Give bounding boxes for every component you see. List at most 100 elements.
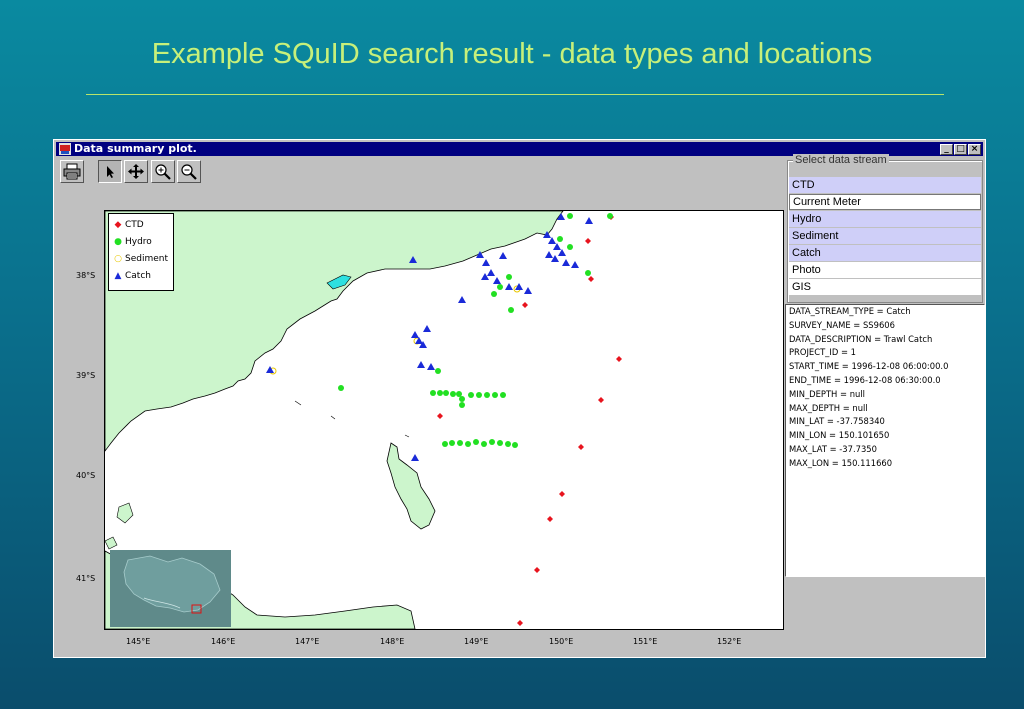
- zoom-in-button[interactable]: [151, 160, 175, 183]
- stream-item-photo[interactable]: Photo: [789, 262, 981, 278]
- catch-marker[interactable]: [505, 283, 513, 290]
- catch-marker[interactable]: [548, 237, 556, 244]
- stream-item-sediment[interactable]: Sediment: [789, 228, 981, 244]
- hydro-marker[interactable]: [557, 236, 563, 242]
- ctd-marker[interactable]: [517, 620, 523, 626]
- detail-line: MAX_DEPTH = null: [789, 402, 868, 413]
- app-icon: [59, 143, 71, 155]
- legend-item-sediment: ○ Sediment: [113, 252, 168, 266]
- catch-marker[interactable]: [423, 325, 431, 332]
- select-tool-button[interactable]: [98, 160, 122, 183]
- x-tick-label: 152°E: [717, 637, 742, 646]
- ctd-marker[interactable]: [588, 276, 594, 282]
- hydro-marker[interactable]: [437, 390, 443, 396]
- hydro-marker[interactable]: [567, 213, 573, 219]
- catch-marker[interactable]: [482, 259, 490, 266]
- stream-item-ctd[interactable]: CTD: [789, 177, 981, 193]
- ctd-marker[interactable]: [534, 567, 540, 573]
- hydro-marker[interactable]: [476, 392, 482, 398]
- catch-marker[interactable]: [585, 217, 593, 224]
- hydro-marker[interactable]: [489, 439, 495, 445]
- catch-marker[interactable]: [417, 361, 425, 368]
- hydro-marker[interactable]: [508, 307, 514, 313]
- print-button[interactable]: [60, 160, 84, 183]
- hydro-marker[interactable]: [459, 396, 465, 402]
- hydro-marker[interactable]: [497, 440, 503, 446]
- ctd-marker[interactable]: [585, 238, 591, 244]
- hydro-marker[interactable]: [481, 441, 487, 447]
- detail-line: MIN_LAT = -37.758340: [789, 416, 885, 427]
- hydro-marker[interactable]: [457, 440, 463, 446]
- catch-marker[interactable]: [427, 363, 435, 370]
- hydro-marker[interactable]: [567, 244, 573, 250]
- stream-item-catch[interactable]: Catch: [789, 245, 981, 261]
- stream-item-current-meter[interactable]: Current Meter: [789, 194, 981, 210]
- title-divider: [86, 94, 944, 95]
- stream-item-hydro[interactable]: Hydro: [789, 211, 981, 227]
- hydro-marker[interactable]: [497, 284, 503, 290]
- legend-label: Catch: [125, 271, 151, 281]
- data-stream-list[interactable]: CTD Current Meter Hydro Sediment Catch P…: [789, 177, 981, 296]
- catch-marker[interactable]: [558, 249, 566, 256]
- x-tick-label: 146°E: [211, 637, 236, 646]
- ctd-marker[interactable]: [522, 302, 528, 308]
- hydro-marker[interactable]: [492, 392, 498, 398]
- hydro-marker[interactable]: [338, 385, 344, 391]
- detail-line: DATA_DESCRIPTION = Trawl Catch: [789, 333, 933, 344]
- detail-line: DATA_STREAM_TYPE = Catch: [789, 306, 911, 316]
- catch-marker[interactable]: [524, 287, 532, 294]
- ctd-marker[interactable]: [598, 397, 604, 403]
- hydro-marker[interactable]: [443, 390, 449, 396]
- catch-marker[interactable]: [562, 259, 570, 266]
- hydro-marker[interactable]: [607, 213, 613, 219]
- catch-marker[interactable]: [411, 331, 419, 338]
- hydro-marker[interactable]: [459, 402, 465, 408]
- hydro-marker[interactable]: [449, 440, 455, 446]
- catch-marker[interactable]: [493, 277, 501, 284]
- stream-item-gis[interactable]: GIS: [789, 279, 981, 295]
- hydro-marker[interactable]: [465, 441, 471, 447]
- ctd-marker[interactable]: [578, 444, 584, 450]
- inset-locator-map[interactable]: [110, 550, 231, 627]
- catch-marker[interactable]: [499, 252, 507, 259]
- catch-marker[interactable]: [487, 269, 495, 276]
- ctd-marker[interactable]: [547, 516, 553, 522]
- islet: [116, 502, 134, 524]
- catch-marker[interactable]: [266, 366, 274, 373]
- ctd-marker[interactable]: [437, 413, 443, 419]
- ctd-marker[interactable]: [616, 356, 622, 362]
- select-data-stream-group: Select data stream CTD Current Meter Hyd…: [787, 154, 983, 303]
- catch-marker[interactable]: [481, 273, 489, 280]
- legend-label: CTD: [125, 220, 144, 230]
- hydro-marker[interactable]: [512, 442, 518, 448]
- hydro-marker[interactable]: [435, 368, 441, 374]
- x-tick-label: 151°E: [633, 637, 658, 646]
- hydro-marker[interactable]: [484, 392, 490, 398]
- window-title: Data summary plot.: [74, 142, 197, 155]
- catch-marker[interactable]: [411, 454, 419, 461]
- hydro-marker[interactable]: [468, 392, 474, 398]
- minimize-button[interactable]: _: [940, 144, 953, 155]
- hydro-marker[interactable]: [506, 274, 512, 280]
- hydro-marker[interactable]: [450, 391, 456, 397]
- hydro-marker[interactable]: [442, 441, 448, 447]
- hydro-marker[interactable]: [505, 441, 511, 447]
- hydro-marker[interactable]: [473, 439, 479, 445]
- triangle-icon: ▲: [114, 271, 122, 281]
- catch-marker[interactable]: [545, 251, 553, 258]
- hydro-marker[interactable]: [585, 270, 591, 276]
- hydro-marker[interactable]: [456, 391, 462, 397]
- hydro-marker[interactable]: [491, 291, 497, 297]
- zoom-out-button[interactable]: [177, 160, 201, 183]
- record-details-panel[interactable]: DATA_STREAM_TYPE = Catch SURVEY_NAME = S…: [785, 304, 985, 577]
- maximize-button[interactable]: □: [954, 144, 967, 155]
- close-button[interactable]: ×: [968, 144, 981, 155]
- catch-marker[interactable]: [458, 296, 466, 303]
- pan-tool-button[interactable]: [124, 160, 148, 183]
- catch-marker[interactable]: [553, 243, 561, 250]
- catch-marker[interactable]: [551, 255, 559, 262]
- catch-marker[interactable]: [571, 261, 579, 268]
- hydro-marker[interactable]: [500, 392, 506, 398]
- ctd-marker[interactable]: [559, 491, 565, 497]
- hydro-marker[interactable]: [430, 390, 436, 396]
